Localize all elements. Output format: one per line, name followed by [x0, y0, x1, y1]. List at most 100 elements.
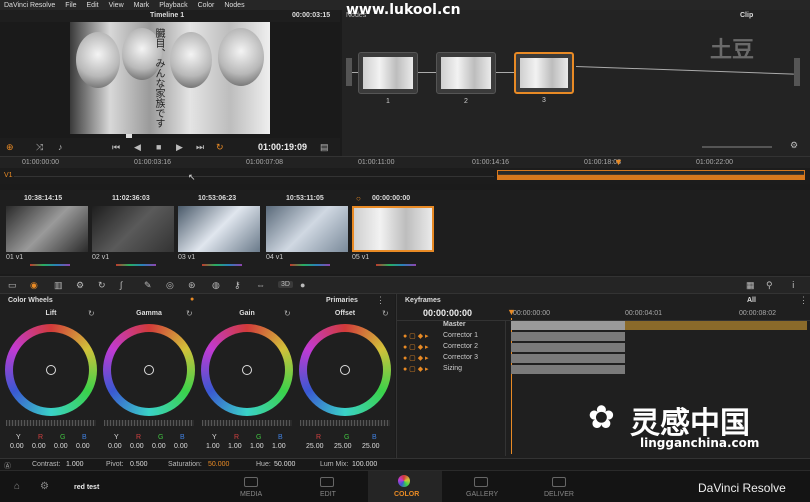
- menu-color[interactable]: Color: [198, 2, 215, 9]
- tab-media[interactable]: MEDIA: [240, 491, 262, 498]
- lift-r-value[interactable]: 0.00: [32, 443, 46, 450]
- clip-3-thumbnail[interactable]: [178, 206, 260, 252]
- kf-row-1-dots[interactable]: ● ▢ ◆ ▸: [403, 332, 429, 340]
- keyframes-more-icon[interactable]: ⋮: [799, 295, 808, 306]
- gain-r-value[interactable]: 1.00: [228, 443, 242, 450]
- kf-sizing-bar[interactable]: [511, 365, 625, 374]
- gain-master-slider[interactable]: [202, 420, 292, 426]
- lift-wheel[interactable]: [5, 324, 97, 416]
- gamma-reset-icon[interactable]: ↻: [186, 309, 193, 318]
- kf-corrector-2-bar[interactable]: [511, 343, 625, 352]
- clip-5-thumbnail[interactable]: [352, 206, 434, 252]
- lift-b-value[interactable]: 0.00: [76, 443, 90, 450]
- custom-curves-icon[interactable]: ∫: [120, 280, 122, 290]
- grid-view-icon[interactable]: ▦: [746, 280, 755, 291]
- kf-row-4-dots[interactable]: ● ▢ ◆ ▸: [403, 365, 429, 373]
- gallery-icon[interactable]: [474, 477, 488, 487]
- timeline-ruler[interactable]: 01:00:00:00 01:00:03:16 01:00:07:08 01:0…: [0, 156, 810, 168]
- clip-4-thumbnail[interactable]: [266, 206, 348, 252]
- settings-gear-icon[interactable]: ⚙: [40, 481, 49, 492]
- gain-b-value[interactable]: 1.00: [272, 443, 286, 450]
- loop-icon[interactable]: ↻: [216, 142, 224, 153]
- play-icon[interactable]: ▶: [176, 142, 183, 153]
- gain-g-value[interactable]: 1.00: [250, 443, 264, 450]
- motion-icon[interactable]: ⚙: [76, 280, 84, 291]
- gamma-wheel[interactable]: [103, 324, 195, 416]
- kf-corrector-1-bar[interactable]: [511, 332, 625, 341]
- gain-wheel[interactable]: [201, 324, 293, 416]
- crosshair-icon[interactable]: ⊕: [6, 142, 14, 153]
- lift-master-slider[interactable]: [6, 420, 96, 426]
- deliver-icon[interactable]: [552, 477, 566, 487]
- pivot-value[interactable]: 0.500: [130, 461, 148, 468]
- gamma-r-value[interactable]: 0.00: [130, 443, 144, 450]
- play-reverse-icon[interactable]: ◀: [134, 142, 141, 153]
- offset-master-slider[interactable]: [300, 420, 390, 426]
- timeline-playhead[interactable]: ▼: [614, 157, 623, 167]
- menu-nodes[interactable]: Nodes: [224, 2, 244, 9]
- color-icon[interactable]: [398, 475, 410, 487]
- gamma-b-value[interactable]: 0.00: [174, 443, 188, 450]
- lift-wheel-handle[interactable]: [46, 365, 56, 375]
- tab-color[interactable]: COLOR: [394, 491, 419, 498]
- lift-y-value[interactable]: 0.00: [10, 443, 24, 450]
- keyframes-playhead[interactable]: ▼: [507, 307, 516, 317]
- key-icon[interactable]: ⚷: [234, 280, 241, 291]
- gain-reset-icon[interactable]: ↻: [284, 309, 291, 318]
- search-icon[interactable]: ⚲: [766, 280, 773, 291]
- clip-1-thumbnail[interactable]: [6, 206, 88, 252]
- camera-raw-icon[interactable]: ▭: [8, 280, 17, 291]
- kf-row-3-dots[interactable]: ● ▢ ◆ ▸: [403, 354, 429, 362]
- gamma-g-value[interactable]: 0.00: [152, 443, 166, 450]
- clip-selector[interactable]: Clip: [740, 12, 753, 19]
- kf-corrector-3-bar[interactable]: [511, 354, 625, 363]
- menu-mark[interactable]: Mark: [134, 2, 150, 9]
- tab-gallery[interactable]: GALLERY: [466, 491, 498, 498]
- info-icon[interactable]: ⅰ: [792, 280, 795, 291]
- tab-deliver[interactable]: DELIVER: [544, 491, 574, 498]
- node-editor[interactable]: Nodes Clip 1 2 3 土豆 ⚙: [342, 10, 810, 156]
- go-to-start-icon[interactable]: ⏮: [112, 142, 120, 153]
- offset-wheel[interactable]: [299, 324, 391, 416]
- lift-g-value[interactable]: 0.00: [54, 443, 68, 450]
- keyer-drop-icon[interactable]: ●: [300, 280, 305, 290]
- contrast-value[interactable]: 1.000: [66, 461, 84, 468]
- qualifier-icon[interactable]: ✎: [144, 280, 152, 291]
- color-wheels-icon[interactable]: ◉: [30, 280, 38, 291]
- menu-file[interactable]: File: [65, 2, 76, 9]
- settings-icon[interactable]: ⚙: [790, 140, 798, 151]
- gamma-wheel-handle[interactable]: [144, 365, 154, 375]
- curves-icon[interactable]: ↻: [98, 280, 106, 291]
- offset-wheel-handle[interactable]: [340, 365, 350, 375]
- lum-mix-value[interactable]: 100.000: [352, 461, 377, 468]
- gamma-y-value[interactable]: 0.00: [108, 443, 122, 450]
- home-icon[interactable]: ⌂: [14, 481, 20, 492]
- go-to-end-icon[interactable]: ⏭: [196, 142, 204, 153]
- node-1[interactable]: 1: [358, 52, 418, 105]
- menu-edit[interactable]: Edit: [87, 2, 99, 9]
- more-options-icon[interactable]: ⋮: [376, 295, 385, 306]
- node-zoom-slider[interactable]: [702, 146, 772, 148]
- keyframes-filter-dropdown[interactable]: All: [747, 297, 756, 304]
- timeline-clip-bar[interactable]: [497, 170, 805, 180]
- tab-edit[interactable]: EDIT: [320, 491, 336, 498]
- volume-icon[interactable]: ♪: [58, 142, 63, 152]
- media-icon[interactable]: [244, 477, 258, 487]
- gain-y-value[interactable]: 1.00: [206, 443, 220, 450]
- saturation-value[interactable]: 50.000: [208, 461, 229, 468]
- menu-app[interactable]: DaVinci Resolve: [4, 2, 55, 9]
- kf-row-2-dots[interactable]: ● ▢ ◆ ▸: [403, 343, 429, 351]
- menu-view[interactable]: View: [109, 2, 124, 9]
- offset-g-value[interactable]: 25.00: [334, 443, 352, 450]
- offset-reset-icon[interactable]: ↻: [382, 309, 389, 318]
- edit-icon[interactable]: [320, 477, 334, 487]
- clip-2-thumbnail[interactable]: [92, 206, 174, 252]
- gain-wheel-handle[interactable]: [242, 365, 252, 375]
- 3d-button[interactable]: 3D: [278, 281, 293, 288]
- node-3[interactable]: 3: [514, 52, 574, 104]
- primaries-dropdown[interactable]: Primaries: [326, 297, 358, 304]
- sizing-icon[interactable]: ⇔: [256, 280, 265, 290]
- stop-icon[interactable]: ■: [156, 142, 161, 152]
- offset-r-value[interactable]: 25.00: [306, 443, 324, 450]
- hue-value[interactable]: 50.000: [274, 461, 295, 468]
